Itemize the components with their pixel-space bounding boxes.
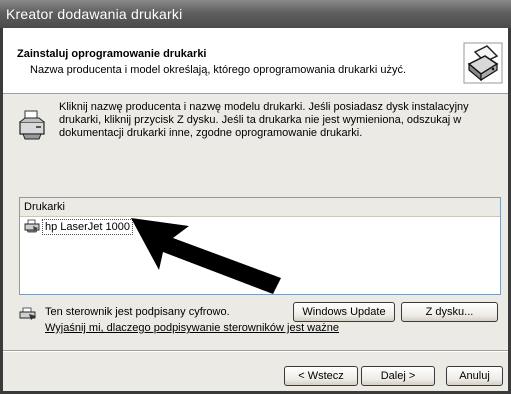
- printer-icon: [19, 110, 45, 140]
- printer-wizard-icon: [463, 42, 503, 84]
- title-bar[interactable]: Kreator dodawania drukarki: [0, 0, 511, 28]
- windows-update-button[interactable]: Windows Update: [293, 302, 395, 322]
- back-button[interactable]: < Wstecz: [284, 366, 358, 386]
- printer-item-icon: [24, 219, 40, 233]
- printers-column-header[interactable]: Drukarki: [20, 198, 500, 217]
- printer-item-label: hp LaserJet 1000: [42, 219, 134, 235]
- driver-signed-text: Ten sterownik jest podpisany cyfrowo.: [45, 306, 230, 318]
- instructions-text: Kliknij nazwę producenta i nazwę modelu …: [59, 101, 469, 139]
- wizard-header: Zainstaluj oprogramowanie drukarki Nazwa…: [3, 28, 508, 94]
- window-title: Kreator dodawania drukarki: [6, 6, 183, 22]
- cancel-button[interactable]: Anuluj: [446, 366, 503, 386]
- add-printer-wizard-window: Kreator dodawania drukarki Zainstaluj op…: [0, 0, 511, 394]
- have-disk-button[interactable]: Z dysku...: [401, 302, 498, 322]
- header-title: Zainstaluj oprogramowanie drukarki: [17, 48, 207, 60]
- signed-driver-icon: [19, 307, 36, 320]
- annotation-arrow: [131, 218, 281, 294]
- button-separator: [3, 350, 508, 352]
- why-signing-important-link[interactable]: Wyjaśnij mi, dlaczego podpisywanie stero…: [45, 322, 339, 334]
- header-subtitle: Nazwa producenta i model określają, któr…: [30, 64, 407, 76]
- next-button[interactable]: Dalej >: [361, 366, 435, 386]
